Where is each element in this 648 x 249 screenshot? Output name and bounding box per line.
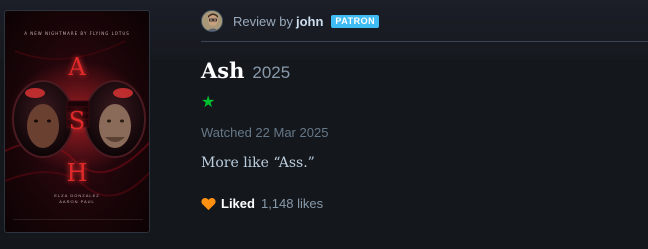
film-title[interactable]: Ash: [201, 58, 244, 83]
avatar-photo-icon: [202, 11, 222, 31]
poster-cast-line-2: AARON PAUL: [59, 199, 95, 204]
watched-date[interactable]: Watched 22 Mar 2025: [201, 125, 328, 140]
review-by-label: Review by: [233, 13, 293, 29]
poster-credits: [13, 219, 143, 226]
avatar[interactable]: [201, 10, 223, 32]
likes-count[interactable]: 1,148 likes: [261, 196, 323, 211]
poster-cast: ELZA GONZALEZ AARON PAUL: [5, 193, 149, 205]
liked-label[interactable]: Liked: [221, 196, 255, 211]
heart-icon[interactable]: [201, 197, 216, 211]
poster-tagline: A NEW NIGHTMARE BY FLYING LOTUS: [24, 31, 130, 36]
patron-badge[interactable]: PATRON: [331, 14, 380, 28]
reviewer-username[interactable]: john: [296, 14, 323, 29]
reviewer-header: Review by john PATRON: [201, 9, 380, 33]
poster-letter-h: H: [66, 159, 88, 187]
rating-stars: ★: [201, 94, 215, 112]
star-icon: ★: [201, 94, 216, 111]
header-divider: [201, 41, 648, 42]
film-title-row: Ash 2025: [201, 58, 290, 83]
review-card: A NEW NIGHTMARE BY FLYING LOTUS A S H EL…: [0, 0, 648, 249]
film-poster[interactable]: A NEW NIGHTMARE BY FLYING LOTUS A S H EL…: [4, 10, 150, 233]
likes-row: Liked 1,148 likes: [201, 196, 323, 211]
poster-letter-a: A: [68, 53, 86, 81]
poster-letter-s: S: [68, 107, 86, 135]
review-body: More like “Ass.”: [201, 155, 315, 171]
film-year[interactable]: 2025: [252, 63, 290, 83]
